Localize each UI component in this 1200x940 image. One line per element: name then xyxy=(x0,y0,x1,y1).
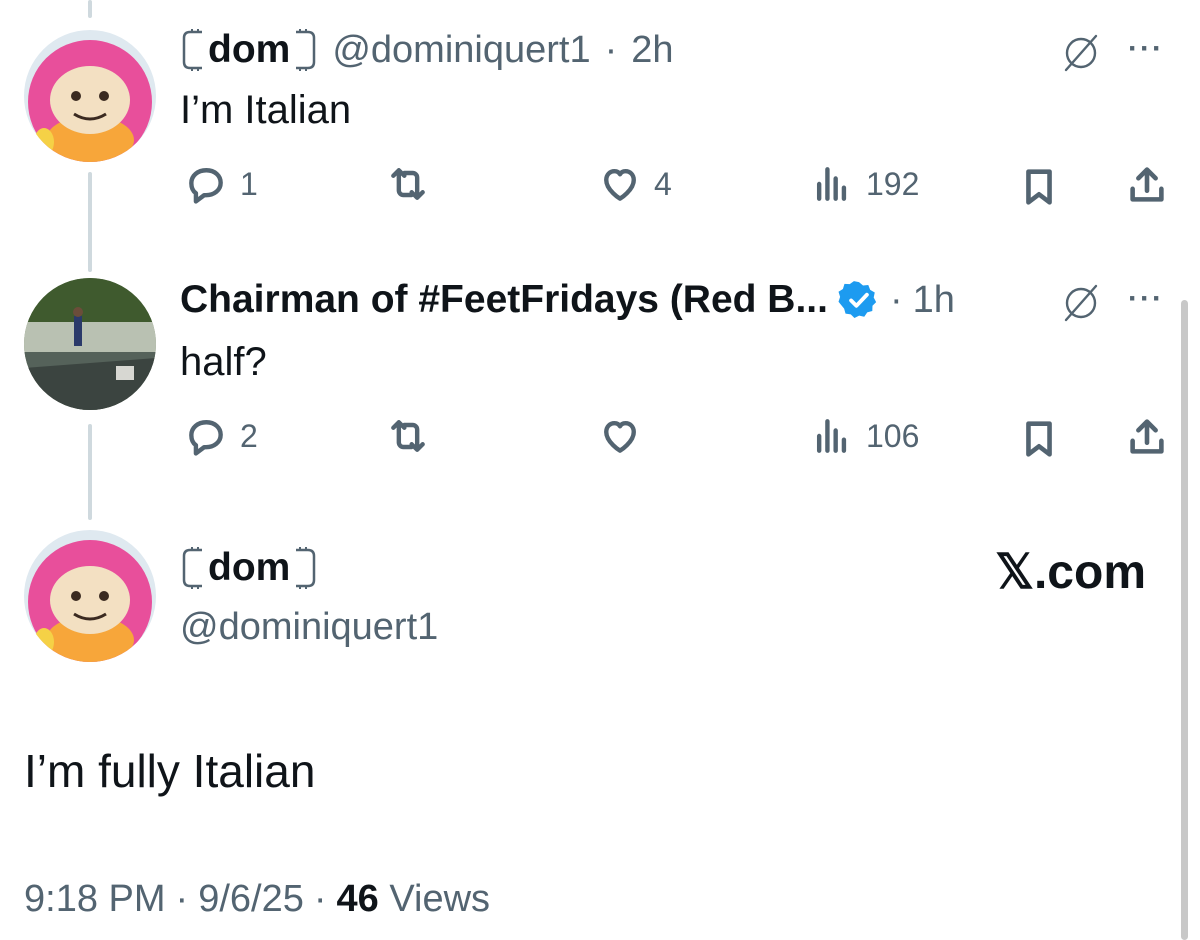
tweet-date[interactable]: 9/6/25 xyxy=(198,878,304,921)
more-icon[interactable]: ··· xyxy=(1128,32,1164,66)
avatar-dom[interactable] xyxy=(24,30,156,162)
thread-line-top xyxy=(88,0,92,18)
like-icon xyxy=(604,168,636,201)
tweet-text: I’m Italian xyxy=(180,88,352,132)
reply-count: 1 xyxy=(240,165,258,202)
name-decoration-right-icon xyxy=(296,29,316,71)
like-icon xyxy=(604,420,636,453)
reply-icon xyxy=(189,168,223,204)
name-decoration-left-icon xyxy=(182,547,202,589)
reply-count: 2 xyxy=(240,417,258,454)
verified-badge-icon xyxy=(838,281,877,319)
views-count[interactable]: 46 Views xyxy=(337,878,491,921)
grok-icon[interactable] xyxy=(1058,280,1104,331)
thread-line-1 xyxy=(88,172,92,272)
handle[interactable]: @dominiquert1 xyxy=(332,29,590,72)
like-button[interactable]: 4 xyxy=(598,162,672,206)
share-icon[interactable] xyxy=(1124,414,1170,465)
separator: · xyxy=(313,878,327,920)
timestamp[interactable]: 1h xyxy=(913,279,955,322)
more-icon[interactable]: ··· xyxy=(1128,282,1164,316)
views-icon xyxy=(816,419,847,453)
tweet-metadata: 9:18 PM · 9/6/25 · 46 Views xyxy=(24,878,490,921)
bookmark-icon[interactable] xyxy=(1016,164,1062,215)
brand-watermark: 𝕏.com xyxy=(995,546,1146,599)
avatar-dom[interactable] xyxy=(24,530,156,662)
display-name[interactable]: Chairman of #FeetFridays (Red B... xyxy=(180,278,828,322)
like-button[interactable] xyxy=(598,414,654,458)
separator: · xyxy=(604,28,618,71)
repost-button[interactable] xyxy=(386,414,430,458)
share-icon[interactable] xyxy=(1124,162,1170,213)
grok-icon[interactable] xyxy=(1058,30,1104,81)
name-decoration-right-icon xyxy=(296,547,316,589)
views-count: 106 xyxy=(866,417,920,454)
views-button[interactable]: 192 xyxy=(810,162,919,206)
main-tweet-text: I’m fully Italian xyxy=(24,745,316,797)
reply-button[interactable]: 1 xyxy=(184,162,258,206)
name-decoration-left-icon xyxy=(182,29,202,71)
bookmark-icon[interactable] xyxy=(1016,416,1062,467)
reply-button[interactable]: 2 xyxy=(184,414,258,458)
views-icon xyxy=(816,167,847,201)
repost-icon xyxy=(391,420,425,452)
tweet-text: half? xyxy=(180,340,267,384)
repost-icon xyxy=(391,168,425,200)
like-count: 4 xyxy=(654,165,672,202)
scrollbar[interactable] xyxy=(1181,300,1188,940)
thread-line-2 xyxy=(88,424,92,520)
views-button[interactable]: 106 xyxy=(810,414,919,458)
reply-icon xyxy=(189,420,223,456)
handle[interactable]: @dominiquert1 xyxy=(180,606,438,649)
views-count: 192 xyxy=(866,165,920,202)
display-name[interactable]: dom xyxy=(180,28,318,72)
repost-button[interactable] xyxy=(386,162,430,206)
tweet-time[interactable]: 9:18 PM xyxy=(24,878,166,921)
separator: · xyxy=(175,878,189,920)
timestamp[interactable]: 2h xyxy=(631,29,673,72)
display-name[interactable]: dom xyxy=(180,546,318,590)
avatar-chairman[interactable] xyxy=(24,278,156,410)
separator: · xyxy=(889,278,903,321)
